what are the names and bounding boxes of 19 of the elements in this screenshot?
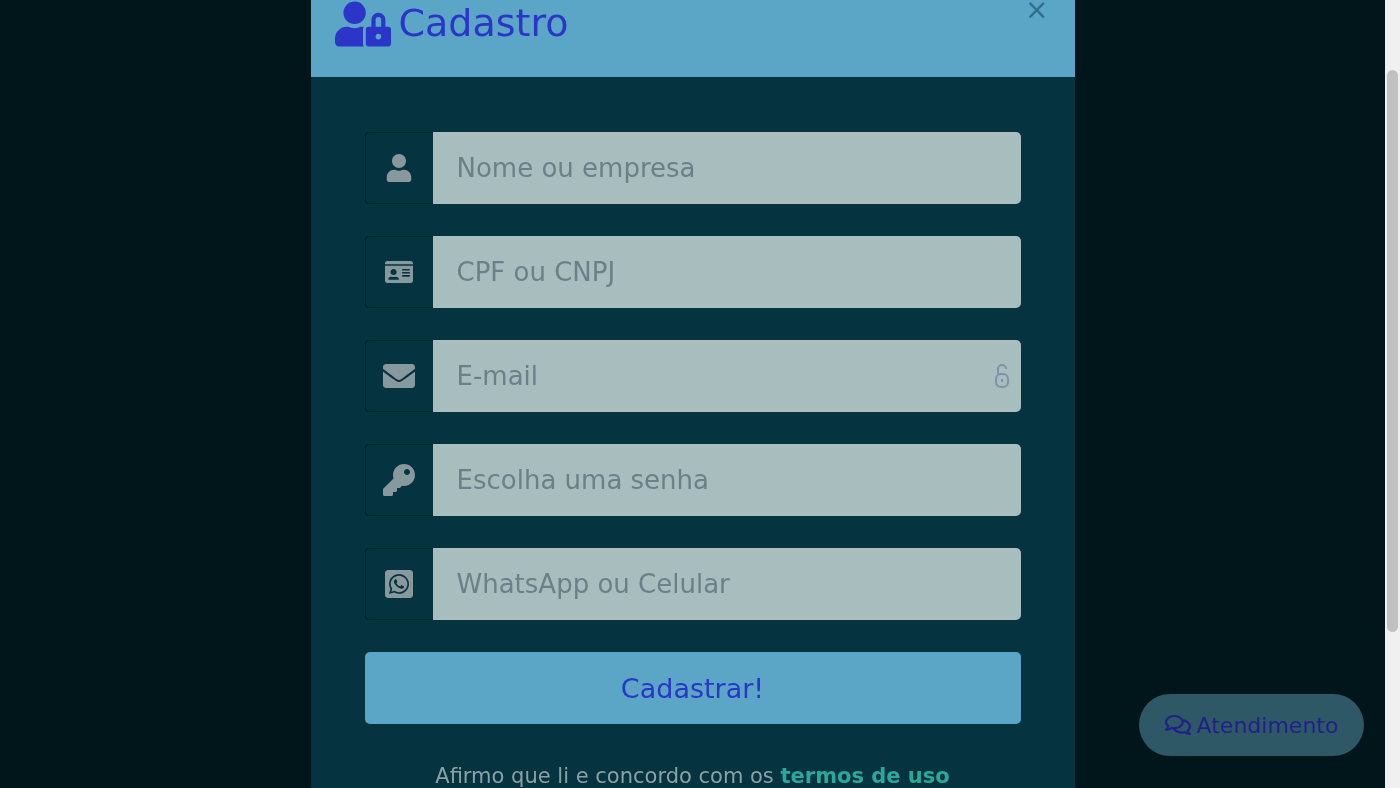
terms-text: Afirmo que li e concordo com os termos de uso [434,764,951,788]
terms-link[interactable]: termos de uso [780,764,950,788]
chat-icon [1164,712,1191,738]
submit-button[interactable]: Cadastrar! [364,652,1021,724]
id-card-icon [385,258,413,286]
modal-title: Cadastro [398,0,569,46]
lock-icon[interactable] [993,363,1010,389]
input-field[interactable]: Nome ou empresa [432,132,1021,204]
user-icon [385,154,413,182]
input-field[interactable]: Escolha uma senha [432,444,1021,516]
key-icon [383,464,415,496]
scrollbar-thumb[interactable] [1387,70,1398,632]
input-field[interactable]: WhatsApp ou Celular [432,548,1021,620]
close-button[interactable]: × [1025,0,1049,24]
scrollbar[interactable] [1385,0,1400,788]
input-field[interactable]: CPF ou CNPJ [432,236,1021,308]
chat-button[interactable]: Atendimento [1139,694,1364,756]
input-field[interactable]: E-mail [432,340,1021,412]
whatsapp-icon [383,568,415,600]
